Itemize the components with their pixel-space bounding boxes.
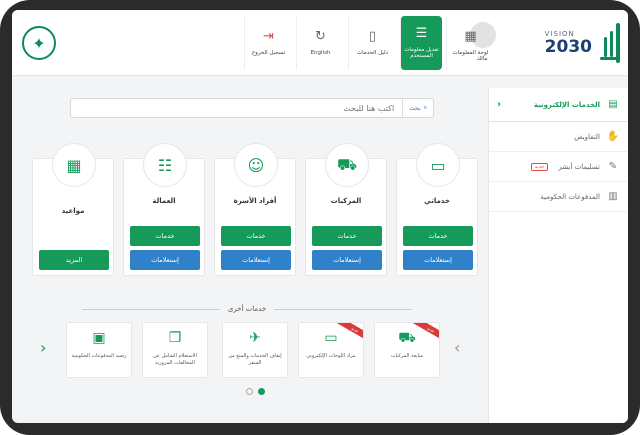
nav-edit-user[interactable]: ☰ تعديل معلومات المستخدم bbox=[400, 16, 442, 70]
nav-dashboard-label: لوحة المعلومات bbox=[452, 50, 489, 56]
car-deal-icon: ⛟ bbox=[398, 330, 416, 346]
documents-icon: ❐ bbox=[168, 330, 182, 346]
family-icon: ☺ bbox=[234, 143, 278, 187]
handshake-icon: ✋ bbox=[606, 131, 620, 142]
sidebar-item-label: التفاويض bbox=[574, 132, 600, 141]
carousel-dot[interactable] bbox=[246, 388, 253, 395]
sidebar-item-authorizations[interactable]: ✋ التفاويض bbox=[489, 122, 628, 152]
service-gov-payments-balance[interactable]: ▣ رصيد المدفوعات الحكومية bbox=[66, 322, 132, 378]
more-button[interactable]: المزيد bbox=[39, 250, 109, 270]
no-travel-icon: ✈ bbox=[249, 330, 261, 346]
card-title: المركبات bbox=[330, 197, 362, 205]
services-button[interactable]: خدمات bbox=[130, 226, 200, 246]
box-icon: ✎ bbox=[608, 161, 618, 172]
inquiries-button[interactable]: إستعلامات bbox=[221, 250, 291, 270]
logout-icon: ⇥ bbox=[263, 29, 274, 44]
divider bbox=[274, 308, 412, 310]
laptop-icon: ▭ bbox=[416, 143, 460, 187]
card-vehicles: ⛟ المركبات خدمات إستعلامات bbox=[305, 143, 387, 276]
search-bar: ⌕ بحث bbox=[70, 98, 434, 118]
service-label: مزاد اللوحات الإلكتروني bbox=[306, 353, 356, 359]
nav-services-guide[interactable]: ▯ دليل الخدمات bbox=[348, 16, 396, 70]
service-cards: ▭ خدماتي خدمات إستعلامات ⛟ المركبات خدما… bbox=[32, 143, 482, 286]
user-edit-icon: ☰ bbox=[415, 26, 428, 41]
payment-icon: ▥ bbox=[608, 191, 618, 202]
nav-services-guide-label: دليل الخدمات bbox=[356, 50, 389, 56]
absher-logo[interactable]: VISION 2030 bbox=[530, 18, 620, 68]
service-plate-auction[interactable]: جديد ▭ مزاد اللوحات الإلكتروني bbox=[298, 322, 364, 378]
app-screen: VISION 2030 مالك ▦ لوحة المعلومات ☰ تعدي… bbox=[12, 10, 628, 423]
service-label: إيقاف الخدمات والمنع من السفر bbox=[228, 353, 282, 366]
card-title: خدماتي bbox=[424, 197, 450, 205]
search-button[interactable]: ⌕ بحث bbox=[402, 99, 433, 117]
book-icon: ▯ bbox=[368, 29, 377, 44]
vision-year: 2030 bbox=[544, 37, 592, 57]
chevron-right-icon[interactable]: › bbox=[454, 338, 460, 357]
services-button[interactable]: خدمات bbox=[403, 226, 473, 246]
nav-language[interactable]: ↻ English bbox=[296, 16, 344, 70]
card-title: مواعيد bbox=[61, 207, 85, 215]
other-services-heading: خدمات أخرى bbox=[82, 303, 412, 315]
service-traffic-violations[interactable]: ❐ الاستعلام الشامل عن المخالفات المرورية bbox=[142, 322, 208, 378]
nav-logout-label: تسجيل الخروج bbox=[251, 50, 286, 56]
atm-icon: ▣ bbox=[92, 330, 106, 346]
search-icon: ⌕ bbox=[423, 104, 427, 111]
carousel-dot-active[interactable] bbox=[258, 388, 265, 395]
sidebar-item-deliveries[interactable]: ✎ تسليمات أبشر جديد bbox=[489, 152, 628, 182]
calendar-icon: ▦ bbox=[52, 143, 96, 187]
services-button[interactable]: خدمات bbox=[312, 226, 382, 246]
chevron-left-icon[interactable]: ‹ bbox=[497, 99, 501, 110]
chevron-left-icon[interactable]: ‹ bbox=[40, 338, 46, 357]
workers-icon: ☷ bbox=[143, 143, 187, 187]
car-icon: ⛟ bbox=[325, 143, 369, 187]
inquiries-button[interactable]: إستعلامات bbox=[312, 250, 382, 270]
service-label: رصيد المدفوعات الحكومية bbox=[71, 353, 127, 359]
sidebar-item-label: المدفوعات الحكومية bbox=[540, 192, 600, 201]
service-vehicle-sale[interactable]: جديد ⛟ مبايعة المركبات bbox=[374, 322, 440, 378]
saudi-emblem-icon: ✦ bbox=[22, 26, 56, 60]
absher-mark-icon bbox=[598, 21, 620, 65]
card-title: العمالة bbox=[152, 197, 176, 205]
device-frame: VISION 2030 مالك ▦ لوحة المعلومات ☰ تعدي… bbox=[0, 0, 640, 435]
carousel-dots bbox=[246, 388, 265, 395]
service-travel-ban[interactable]: ✈ إيقاف الخدمات والمنع من السفر bbox=[222, 322, 288, 378]
top-nav: ▦ لوحة المعلومات ☰ تعديل معلومات المستخد… bbox=[244, 16, 494, 72]
new-badge: جديد bbox=[530, 162, 549, 171]
card-workers: ☷ العمالة خدمات إستعلامات bbox=[123, 143, 205, 276]
sidebar: ▤ الخدمات الإلكترونية ‹ ✋ التفاويض ✎ تسل… bbox=[488, 88, 628, 423]
dashboard-icon: ▦ bbox=[464, 29, 477, 44]
services-button[interactable]: خدمات bbox=[221, 226, 291, 246]
new-ribbon: جديد bbox=[335, 323, 363, 343]
sidebar-item-label: تسليمات أبشر bbox=[558, 162, 600, 171]
search-button-label: بحث bbox=[409, 104, 421, 112]
language-icon: ↻ bbox=[315, 29, 326, 44]
services-icon: ▤ bbox=[608, 99, 618, 110]
new-ribbon: جديد bbox=[411, 323, 439, 343]
vision-2030-logo: VISION 2030 bbox=[545, 30, 592, 56]
divider bbox=[82, 308, 220, 310]
nav-logout[interactable]: ⇥ تسجيل الخروج bbox=[244, 16, 292, 70]
top-header: VISION 2030 مالك ▦ لوحة المعلومات ☰ تعدي… bbox=[12, 10, 628, 76]
sidebar-item-label: الخدمات الإلكترونية bbox=[533, 100, 600, 109]
sidebar-item-eservices[interactable]: ▤ الخدمات الإلكترونية ‹ bbox=[489, 88, 628, 122]
card-title: أفراد الأسرة bbox=[233, 197, 277, 205]
card-appointments: ▦ مواعيد المزيد bbox=[32, 143, 114, 276]
nav-language-label: English bbox=[310, 50, 331, 56]
plate-icon: ▭ bbox=[324, 330, 338, 346]
service-label: الاستعلام الشامل عن المخالفات المرورية bbox=[153, 353, 197, 366]
nav-edit-user-label: تعديل معلومات المستخدم bbox=[404, 47, 439, 59]
inquiries-button[interactable]: إستعلامات bbox=[130, 250, 200, 270]
other-services-title: خدمات أخرى bbox=[227, 305, 267, 313]
inquiries-button[interactable]: إستعلامات bbox=[403, 250, 473, 270]
service-label: مبايعة المركبات bbox=[390, 353, 424, 359]
card-my-services: ▭ خدماتي خدمات إستعلامات bbox=[396, 143, 478, 276]
card-family-members: ☺ أفراد الأسرة خدمات إستعلامات bbox=[214, 143, 296, 276]
nav-dashboard[interactable]: ▦ لوحة المعلومات bbox=[446, 16, 494, 70]
sidebar-item-payments[interactable]: ▥ المدفوعات الحكومية bbox=[489, 182, 628, 212]
search-input[interactable] bbox=[102, 103, 403, 113]
